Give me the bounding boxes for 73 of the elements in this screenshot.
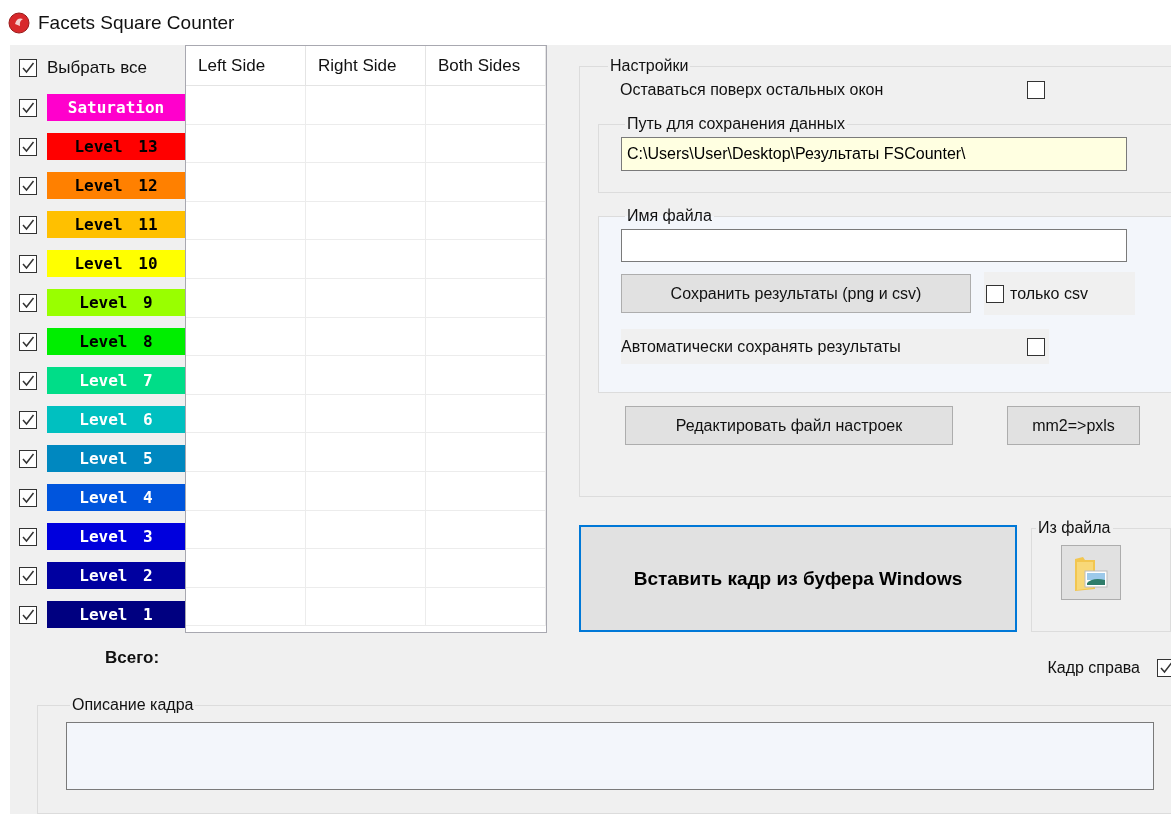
frame-right-label: Кадр справа xyxy=(1047,659,1140,677)
csv-only-label: только csv xyxy=(1010,284,1088,303)
checkbox[interactable] xyxy=(19,527,37,546)
check-icon xyxy=(21,100,35,115)
checkbox[interactable] xyxy=(19,410,37,429)
level-label: Level 12 xyxy=(47,172,185,199)
checkbox[interactable] xyxy=(19,254,37,273)
group-title: Путь для сохранения данных xyxy=(626,115,847,133)
convert-button[interactable]: mm2=>pxls xyxy=(1007,406,1140,445)
check-icon xyxy=(21,529,35,544)
group-title: Имя файла xyxy=(626,207,713,225)
path-field[interactable]: C:\Users\User\Desktop\Результаты FSCounter\ xyxy=(621,137,1127,171)
checkbox[interactable] xyxy=(1027,337,1045,356)
checkbox[interactable] xyxy=(19,488,37,507)
save-button[interactable]: Сохранить результаты (png и csv) xyxy=(621,274,971,313)
check-icon xyxy=(21,412,35,427)
edit-settings-button[interactable]: Редактировать файл настроек xyxy=(625,406,953,445)
checkbox[interactable] xyxy=(19,293,37,312)
level-label: Level 2 xyxy=(47,562,185,589)
check-icon xyxy=(21,451,35,466)
group-title: Описание кадра xyxy=(71,696,195,715)
check-icon xyxy=(21,568,35,583)
column-header[interactable]: Right Side xyxy=(306,46,426,86)
window-title: Facets Square Counter xyxy=(38,11,235,34)
checkbox[interactable] xyxy=(19,59,37,77)
check-icon xyxy=(21,61,35,75)
group-title: Настройки xyxy=(609,57,690,75)
level-label: Level 13 xyxy=(47,133,185,160)
check-icon xyxy=(21,295,35,310)
description-field[interactable] xyxy=(66,722,1154,791)
level-label: Level 8 xyxy=(47,328,185,355)
check-icon xyxy=(21,334,35,349)
level-label: Level 3 xyxy=(47,523,185,550)
level-label: Level 7 xyxy=(47,367,185,394)
checkbox[interactable] xyxy=(19,215,37,234)
level-label: Level 4 xyxy=(47,484,185,511)
auto-save-label: Автоматически сохранять результаты xyxy=(621,337,902,356)
check-icon xyxy=(21,217,35,232)
check-icon xyxy=(21,256,35,271)
checkbox[interactable] xyxy=(19,332,37,351)
checkbox[interactable] xyxy=(19,98,37,117)
checkbox[interactable] xyxy=(19,371,37,390)
level-label: Level 5 xyxy=(47,445,185,472)
checkbox[interactable] xyxy=(19,566,37,585)
total-label: Всего: xyxy=(105,648,160,669)
checkbox[interactable] xyxy=(1027,81,1045,99)
paste-frame-button[interactable]: Вставить кадр из буфера Windows xyxy=(579,525,1017,632)
level-label: Level 10 xyxy=(47,250,185,277)
check-icon xyxy=(21,178,35,193)
level-label: Saturation xyxy=(47,94,185,121)
level-label: Level 11 xyxy=(47,211,185,238)
check-icon xyxy=(1159,661,1171,675)
check-icon xyxy=(21,490,35,505)
check-icon xyxy=(21,373,35,388)
open-file-button[interactable] xyxy=(1061,545,1121,600)
stay-on-top-label: Оставаться поверх остальных окон xyxy=(620,81,885,99)
check-icon xyxy=(21,607,35,622)
app-icon xyxy=(8,11,30,34)
level-label: Level 9 xyxy=(47,289,185,316)
checkbox[interactable] xyxy=(19,449,37,468)
level-label: Level 1 xyxy=(47,601,185,628)
checkbox[interactable] xyxy=(19,137,37,156)
select-all-label: Выбрать все xyxy=(47,58,147,78)
checkbox[interactable] xyxy=(986,284,1004,303)
file-name-field[interactable] xyxy=(621,229,1127,262)
level-label: Level 6 xyxy=(47,406,185,433)
group-title: Из файла xyxy=(1037,519,1112,537)
checkbox[interactable] xyxy=(1157,659,1171,677)
check-icon xyxy=(21,139,35,154)
checkbox[interactable] xyxy=(19,176,37,195)
checkbox[interactable] xyxy=(19,605,37,624)
column-header[interactable]: Left Side xyxy=(186,46,306,86)
column-header[interactable]: Both Sides xyxy=(426,46,546,86)
